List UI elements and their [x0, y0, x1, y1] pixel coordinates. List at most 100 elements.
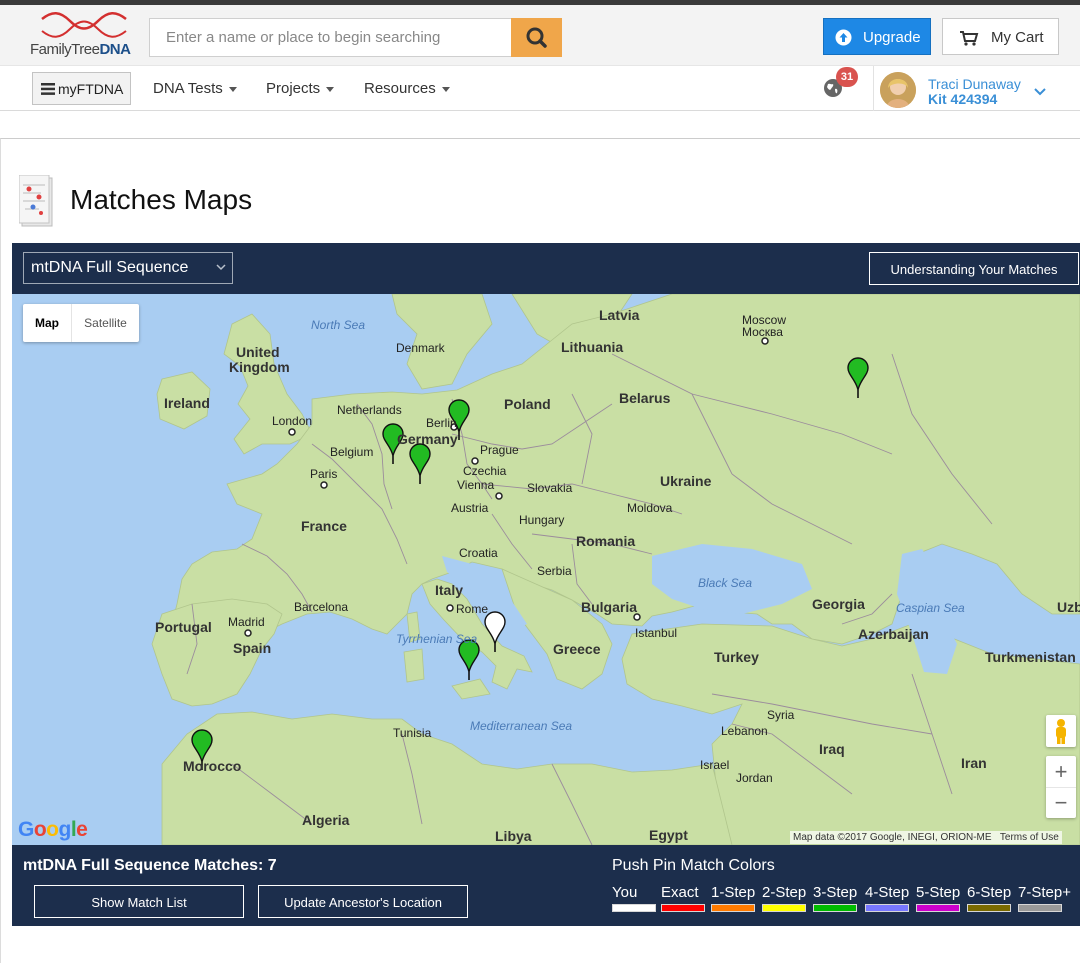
show-match-list-button[interactable]: Show Match List — [34, 885, 244, 918]
terms-link[interactable]: Terms of Use — [1000, 832, 1059, 843]
zoom-control: + − — [1046, 756, 1076, 818]
main-nav: myFTDNA DNA Tests Projects Resources 31 … — [0, 65, 1080, 111]
label-bulgaria: Bulgaria — [581, 599, 638, 615]
label-morocco: Morocco — [183, 758, 242, 774]
legend-label-5-step: 5-Step — [916, 884, 961, 901]
my-cart-button[interactable]: My Cart — [942, 18, 1059, 55]
legend-label-3-step: 3-Step — [813, 884, 858, 901]
legend-swatch-2-step — [762, 904, 806, 912]
hamburger-icon — [41, 83, 55, 95]
label-libya: Libya — [495, 828, 532, 844]
cart-icon — [960, 31, 979, 46]
label-united-kingdom-1: United — [236, 344, 280, 360]
label-spain: Spain — [233, 640, 272, 656]
legend-swatch-3-step — [813, 904, 857, 912]
label-tyrrhenian-sea: Tyrrhenian Sea — [396, 632, 478, 646]
ftdna-logo[interactable]: FamilyTreeDNA — [30, 11, 140, 63]
map-type-control: Map Satellite — [23, 304, 139, 342]
nav-dna-tests[interactable]: DNA Tests — [153, 80, 237, 97]
label-azerbaijan: Azerbaijan — [858, 626, 929, 642]
street-view-pegman[interactable] — [1046, 715, 1076, 747]
user-name[interactable]: Traci Dunaway — [928, 76, 1021, 92]
label-hungary: Hungary — [519, 513, 565, 527]
label-belgium: Belgium — [330, 445, 374, 459]
understanding-matches-button[interactable]: Understanding Your Matches — [869, 252, 1079, 285]
search-icon — [526, 27, 547, 48]
google-logo[interactable]: Google — [18, 818, 88, 842]
map-attribution: Map data ©2017 Google, INEGI, ORION-ME T… — [790, 831, 1062, 844]
legend-label-2-step: 2-Step — [762, 884, 807, 901]
legend-label-you: You — [612, 884, 638, 901]
label-egypt: Egypt — [649, 827, 688, 843]
chevron-down-icon — [216, 264, 226, 271]
nav-projects[interactable]: Projects — [266, 80, 335, 97]
label-greece: Greece — [553, 641, 601, 657]
upgrade-label: Upgrade — [863, 29, 921, 46]
label-prague: Prague — [480, 443, 519, 457]
matches-map[interactable]: North Sea Latvia Moscow Москва Lithuania… — [12, 294, 1080, 845]
legend-swatch-5-step — [916, 904, 960, 912]
land-north-africa — [161, 711, 733, 845]
label-moldova: Moldova — [627, 501, 673, 515]
user-kit-number[interactable]: Kit 424394 — [928, 91, 997, 107]
logo-text: FamilyTreeDNA — [30, 41, 131, 58]
zoom-in-button[interactable]: + — [1046, 756, 1076, 787]
label-serbia: Serbia — [537, 564, 572, 578]
label-israel: Israel — [700, 758, 730, 772]
land-sicily — [451, 678, 491, 700]
label-georgia: Georgia — [812, 596, 865, 612]
land-sardinia-corsica — [403, 611, 425, 683]
page-title: Matches Maps — [70, 184, 253, 215]
chevron-down-icon[interactable] — [1034, 88, 1046, 96]
caret-down-icon — [441, 86, 450, 92]
search-button[interactable] — [511, 18, 562, 57]
test-type-select[interactable]: mtDNA Full Sequence — [23, 252, 233, 284]
myftdna-menu-button[interactable]: myFTDNA — [32, 72, 131, 105]
label-north-sea: North Sea — [311, 318, 366, 332]
update-ancestor-location-button[interactable]: Update Ancestor's Location — [258, 885, 468, 918]
label-ukraine: Ukraine — [660, 473, 712, 489]
nav-resources[interactable]: Resources — [364, 80, 450, 97]
upload-arrow-icon — [835, 29, 852, 46]
pin-sicily — [458, 639, 480, 680]
label-ireland: Ireland — [164, 395, 210, 411]
legend-swatch-7-step- — [1018, 904, 1062, 912]
label-algeria: Algeria — [302, 812, 350, 828]
label-denmark: Denmark — [396, 341, 445, 355]
legend-swatch-1-step — [711, 904, 755, 912]
label-netherlands: Netherlands — [337, 403, 402, 417]
zoom-out-button[interactable]: − — [1046, 787, 1076, 818]
label-portugal: Portugal — [155, 619, 212, 635]
map-type-map-button[interactable]: Map — [23, 304, 71, 342]
label-latvia: Latvia — [599, 307, 640, 323]
label-austria: Austria — [451, 501, 489, 515]
caret-down-icon — [228, 86, 237, 92]
legend-title: Push Pin Match Colors — [612, 857, 775, 874]
label-france: France — [301, 518, 347, 534]
label-germany: Germany — [397, 431, 458, 447]
upgrade-button[interactable]: Upgrade — [823, 18, 931, 55]
legend-label-6-step: 6-Step — [967, 884, 1012, 901]
search-input[interactable]: Enter a name or place to begin searching — [149, 18, 512, 57]
map-type-satellite-button[interactable]: Satellite — [71, 304, 139, 342]
label-vienna: Vienna — [457, 478, 495, 492]
label-turkey: Turkey — [714, 649, 759, 665]
legend-swatch-6-step — [967, 904, 1011, 912]
legend-label-4-step: 4-Step — [865, 884, 910, 901]
label-iran: Iran — [961, 755, 987, 771]
cart-label: My Cart — [991, 29, 1044, 46]
label-madrid: Madrid — [228, 615, 265, 629]
legend-label-exact: Exact — [661, 884, 699, 901]
caret-down-icon — [326, 86, 335, 92]
legend-swatch-exact — [661, 904, 705, 912]
dna-helix-icon — [41, 12, 127, 38]
notification-badge[interactable]: 31 — [836, 67, 858, 87]
legend-label-1-step: 1-Step — [711, 884, 756, 901]
legend-label-7-step-: 7-Step+ — [1018, 884, 1071, 901]
label-uzbekistan: Uzb — [1057, 599, 1080, 615]
label-poland: Poland — [504, 396, 551, 412]
avatar[interactable] — [880, 72, 916, 108]
label-croatia: Croatia — [459, 546, 498, 560]
label-black-sea: Black Sea — [698, 576, 753, 590]
label-belarus: Belarus — [619, 390, 671, 406]
